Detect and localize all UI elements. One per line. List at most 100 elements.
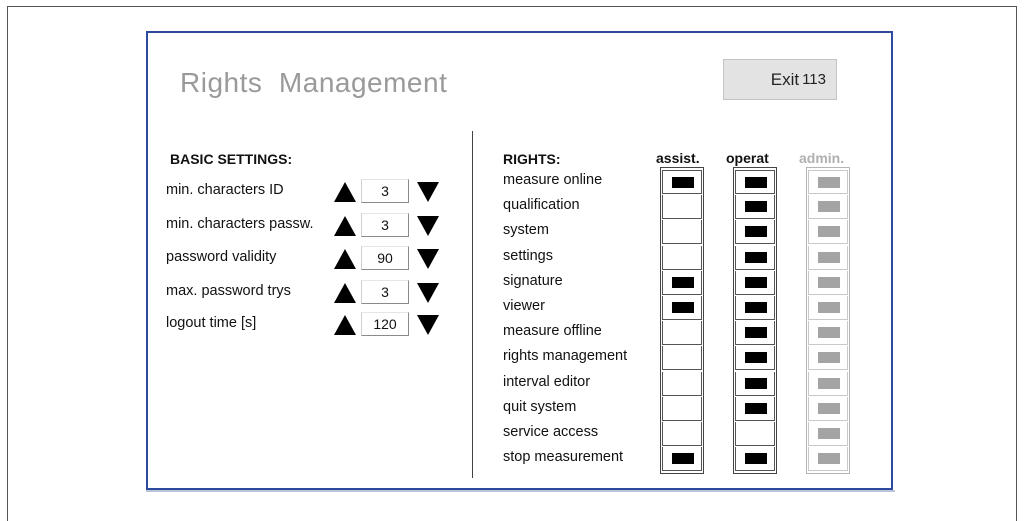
right-label: quit system: [503, 399, 577, 415]
right-toggle-assist[interactable]: [662, 296, 702, 320]
rights-management-panel: Rights Management Exit 113 BASIC SETTING…: [146, 31, 893, 490]
right-label: measure offline: [503, 323, 602, 339]
right-toggle-operat[interactable]: [735, 246, 775, 270]
setting-label: min. characters ID: [166, 182, 284, 198]
right-label: signature: [503, 273, 563, 289]
right-enabled-indicator: [818, 378, 840, 389]
decrement-arrow-icon[interactable]: [417, 283, 439, 303]
right-toggle-assist[interactable]: [662, 170, 702, 194]
right-toggle-operat[interactable]: [735, 397, 775, 421]
decrement-arrow-icon[interactable]: [417, 216, 439, 236]
right-label: system: [503, 222, 549, 238]
right-enabled-indicator: [818, 453, 840, 464]
right-enabled-indicator: [745, 403, 767, 414]
setting-value-field[interactable]: 120: [361, 312, 409, 336]
right-enabled-indicator: [818, 201, 840, 212]
right-label: rights management: [503, 348, 628, 364]
setting-stepper: 120: [334, 312, 442, 338]
right-enabled-indicator: [818, 277, 840, 288]
right-toggle-assist[interactable]: [662, 195, 702, 219]
right-enabled-indicator: [818, 302, 840, 313]
right-toggle-assist[interactable]: [662, 321, 702, 345]
right-toggle-operat[interactable]: [735, 346, 775, 370]
right-enabled-indicator: [745, 201, 767, 212]
increment-arrow-icon[interactable]: [334, 283, 356, 303]
decrement-arrow-icon[interactable]: [417, 315, 439, 335]
rights-heading: RIGHTS:: [503, 151, 561, 167]
page-title: Rights Management: [180, 67, 448, 98]
increment-arrow-icon[interactable]: [334, 315, 356, 335]
setting-stepper: 3: [334, 280, 442, 306]
right-toggle-operat[interactable]: [735, 422, 775, 446]
right-toggle-admin[interactable]: [808, 346, 848, 370]
right-enabled-indicator: [745, 177, 767, 188]
right-toggle-admin[interactable]: [808, 422, 848, 446]
right-label: measure online: [503, 172, 603, 188]
right-toggle-assist[interactable]: [662, 346, 702, 370]
right-toggle-admin[interactable]: [808, 397, 848, 421]
decrement-arrow-icon[interactable]: [417, 182, 439, 202]
right-toggle-assist[interactable]: [662, 246, 702, 270]
increment-arrow-icon[interactable]: [334, 216, 356, 236]
decrement-arrow-icon[interactable]: [417, 249, 439, 269]
right-toggle-operat[interactable]: [735, 195, 775, 219]
right-toggle-operat[interactable]: [735, 296, 775, 320]
right-toggle-admin[interactable]: [808, 271, 848, 295]
setting-value-field[interactable]: 3: [361, 179, 409, 203]
right-label: viewer: [503, 298, 545, 314]
right-toggle-assist[interactable]: [662, 271, 702, 295]
setting-label: min. characters passw.: [166, 216, 314, 232]
setting-stepper: 90: [334, 246, 442, 272]
setting-value-field[interactable]: 3: [361, 280, 409, 304]
right-toggle-operat[interactable]: [735, 271, 775, 295]
right-toggle-operat[interactable]: [735, 372, 775, 396]
right-enabled-indicator: [818, 403, 840, 414]
right-toggle-admin[interactable]: [808, 246, 848, 270]
right-toggle-operat[interactable]: [735, 447, 775, 471]
right-enabled-indicator: [745, 327, 767, 338]
setting-value-field[interactable]: 90: [361, 246, 409, 270]
right-enabled-indicator: [818, 177, 840, 188]
exit-button-code: 113: [802, 71, 826, 88]
right-label: interval editor: [503, 374, 591, 390]
right-enabled-indicator: [818, 352, 840, 363]
right-enabled-indicator: [818, 226, 840, 237]
rights-column-operat: [733, 167, 777, 474]
right-toggle-operat[interactable]: [735, 170, 775, 194]
increment-arrow-icon[interactable]: [334, 182, 356, 202]
setting-value-field[interactable]: 3: [361, 213, 409, 237]
right-toggle-admin[interactable]: [808, 372, 848, 396]
right-toggle-admin[interactable]: [808, 321, 848, 345]
right-toggle-admin[interactable]: [808, 195, 848, 219]
right-enabled-indicator: [745, 302, 767, 313]
right-enabled-indicator: [745, 453, 767, 464]
right-enabled-indicator: [745, 277, 767, 288]
column-header-operat: operat: [726, 150, 769, 166]
right-toggle-assist[interactable]: [662, 422, 702, 446]
right-enabled-indicator: [672, 177, 694, 188]
right-label: stop measurement: [503, 449, 624, 465]
right-enabled-indicator: [745, 352, 767, 363]
right-toggle-admin[interactable]: [808, 170, 848, 194]
right-toggle-assist[interactable]: [662, 447, 702, 471]
right-toggle-operat[interactable]: [735, 321, 775, 345]
right-toggle-operat[interactable]: [735, 220, 775, 244]
exit-button[interactable]: Exit 113: [723, 59, 837, 100]
right-toggle-assist[interactable]: [662, 397, 702, 421]
increment-arrow-icon[interactable]: [334, 249, 356, 269]
setting-label: logout time [s]: [166, 315, 257, 331]
right-toggle-admin[interactable]: [808, 447, 848, 471]
right-toggle-assist[interactable]: [662, 220, 702, 244]
right-toggle-admin[interactable]: [808, 296, 848, 320]
right-toggle-admin[interactable]: [808, 220, 848, 244]
right-enabled-indicator: [745, 226, 767, 237]
column-divider: [472, 131, 473, 478]
panel-shadow: [146, 490, 895, 492]
right-enabled-indicator: [818, 327, 840, 338]
basic-settings-heading: BASIC SETTINGS:: [170, 151, 293, 167]
right-enabled-indicator: [672, 302, 694, 313]
right-toggle-assist[interactable]: [662, 372, 702, 396]
right-enabled-indicator: [672, 277, 694, 288]
setting-stepper: 3: [334, 213, 442, 239]
right-label: qualification: [503, 197, 580, 213]
